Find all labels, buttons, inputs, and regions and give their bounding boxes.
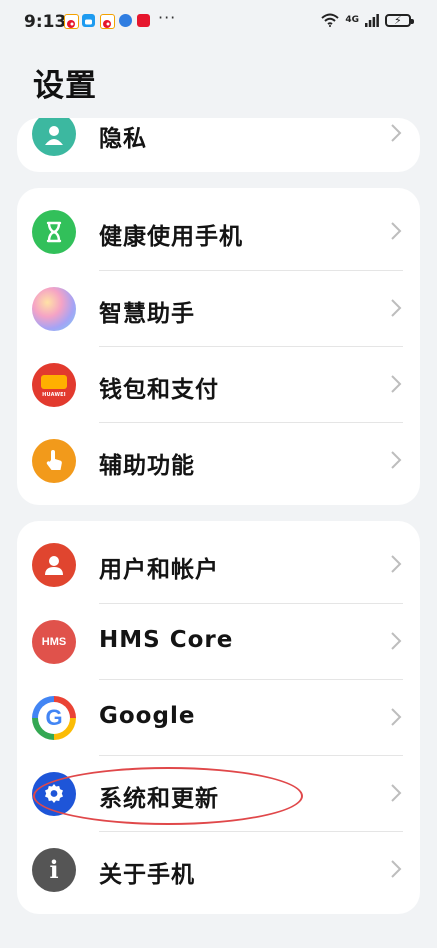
hms-badge-text: HMS — [41, 636, 67, 648]
settings-item-privacy[interactable]: 隐私 — [17, 118, 420, 172]
chevron-right-icon — [391, 784, 402, 802]
hourglass-icon — [32, 210, 76, 254]
settings-item-label: 智慧助手 — [99, 301, 195, 327]
status-right: 4G ⚡ — [321, 13, 414, 27]
more-notifications-icon: ··· — [158, 8, 177, 27]
settings-item-label: 关于手机 — [99, 862, 195, 888]
settings-item-label: 用户和帐户 — [99, 557, 219, 583]
browser-icon — [119, 14, 132, 27]
settings-item-about-phone[interactable]: i 关于手机 — [17, 832, 420, 908]
privacy-icon — [32, 118, 76, 156]
user-icon — [32, 543, 76, 587]
settings-item-hms-core[interactable]: HMS HMS Core — [17, 604, 420, 680]
message-icon — [82, 14, 95, 27]
settings-item-google[interactable]: G Google — [17, 680, 420, 756]
settings-item-wallet[interactable]: HUAWEI 钱包和支付 — [17, 347, 420, 423]
settings-item-label: 隐私 — [99, 126, 147, 152]
weibo-icon — [100, 14, 115, 29]
status-bar: 9:13 ··· 4G ⚡ — [0, 0, 437, 40]
settings-item-label: 钱包和支付 — [99, 377, 219, 403]
chevron-right-icon — [391, 860, 402, 878]
settings-item-digital-balance[interactable]: 健康使用手机 — [17, 194, 420, 270]
wallet-icon: HUAWEI — [32, 363, 76, 407]
chevron-right-icon — [391, 299, 402, 317]
status-time: 9:13 — [24, 12, 67, 32]
settings-group-1: 健康使用手机 智慧助手 HUAWEI 钱包和支付 辅助功能 — [17, 188, 420, 505]
chevron-right-icon — [391, 375, 402, 393]
chevron-right-icon — [391, 222, 402, 240]
settings-group-privacy: 隐私 — [17, 118, 420, 172]
page-title: 设置 — [33, 68, 97, 104]
settings-item-label: 健康使用手机 — [99, 224, 243, 250]
settings-item-users-accounts[interactable]: 用户和帐户 — [17, 527, 420, 603]
settings-group-2: 用户和帐户 HMS HMS Core G Google 系统和更新 i 关于手机 — [17, 521, 420, 914]
google-icon: G — [32, 696, 76, 740]
chevron-right-icon — [391, 708, 402, 726]
settings-item-accessibility[interactable]: 辅助功能 — [17, 423, 420, 499]
battery-charging-icon: ⚡ — [385, 13, 414, 27]
cellular-signal-icon — [365, 13, 379, 27]
wifi-icon — [321, 13, 340, 27]
hand-touch-icon — [32, 439, 76, 483]
chevron-right-icon — [391, 555, 402, 573]
chevron-right-icon — [391, 451, 402, 469]
settings-item-label: HMS Core — [99, 627, 234, 653]
assistant-orb-icon — [32, 287, 76, 331]
chevron-right-icon — [391, 124, 402, 142]
settings-item-label: 系统和更新 — [99, 786, 219, 812]
settings-item-smart-assistant[interactable]: 智慧助手 — [17, 271, 420, 347]
hms-core-icon: HMS — [32, 620, 76, 664]
app-badge-icon — [137, 14, 150, 27]
info-icon: i — [32, 848, 76, 892]
network-type-label: 4G — [345, 14, 359, 25]
wallet-badge-text: HUAWEI — [42, 391, 66, 398]
weibo-icon — [64, 14, 79, 29]
settings-gear-icon — [32, 772, 76, 816]
settings-item-system-update[interactable]: 系统和更新 — [17, 756, 420, 832]
chevron-right-icon — [391, 632, 402, 650]
settings-item-label: 辅助功能 — [99, 453, 195, 479]
settings-item-label: Google — [99, 703, 196, 729]
